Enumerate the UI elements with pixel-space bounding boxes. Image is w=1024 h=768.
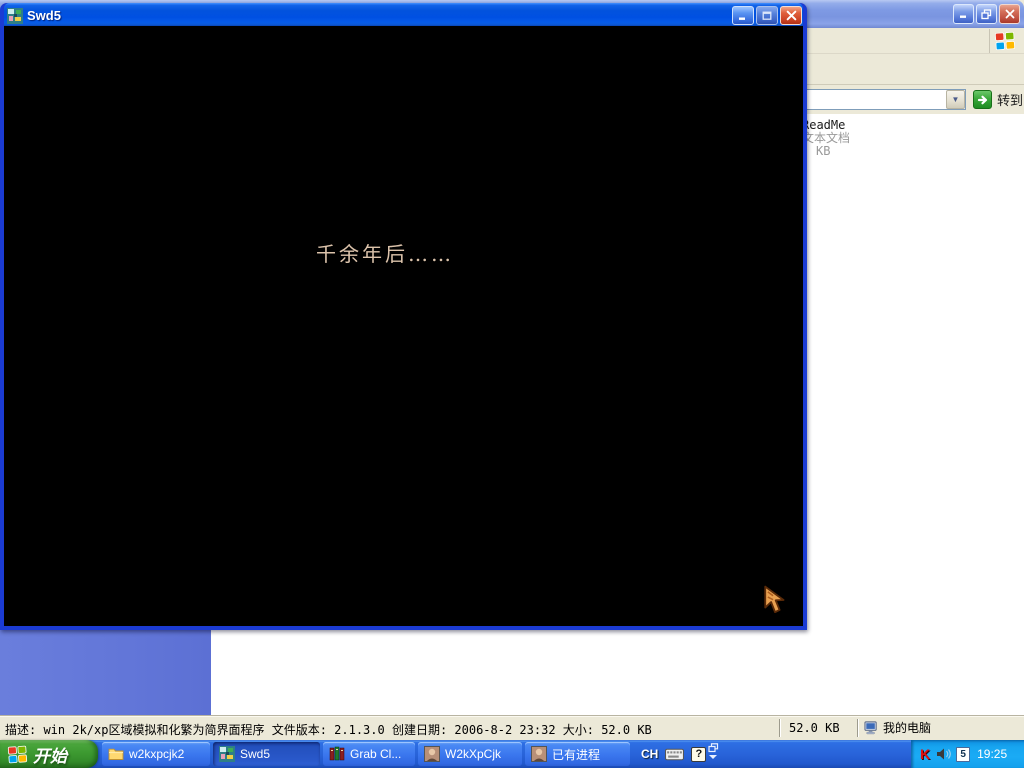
game-titlebar[interactable]: Swd5 — [4, 3, 803, 26]
go-arrow-icon — [973, 90, 992, 109]
statusbar-separator — [857, 719, 859, 737]
taskbar-item-label: W2kXpCjk — [445, 747, 501, 761]
windows-flag-icon — [7, 744, 28, 765]
desktop-screen: ▼ 转到 ReadMe 文本文档 KB 描述: win 2k/xp区域模拟和化繁… — [0, 0, 1024, 768]
game-cursor-icon — [761, 584, 793, 618]
taskbar-buttons: w2kxpcjk2 Swd5 — [102, 742, 630, 766]
file-size: KB — [802, 145, 1002, 158]
address-dropdown-button[interactable]: ▼ — [946, 90, 965, 109]
statusbar-description: 描述: win 2k/xp区域模拟和化繁为简界面程序 文件版本: 2.1.3.0… — [5, 721, 652, 738]
calendar-day: 5 — [960, 749, 966, 760]
file-type: 文本文档 — [802, 132, 1002, 145]
system-tray: K 5 19:25 — [911, 740, 1024, 768]
portrait-icon — [531, 746, 547, 762]
taskbar-item-label: Grab Cl... — [350, 747, 401, 761]
chevron-down-icon: ▼ — [952, 95, 960, 104]
game-maximize-button[interactable] — [756, 6, 778, 25]
minimize-icon — [959, 9, 969, 19]
close-icon — [786, 10, 797, 21]
close-icon — [1005, 9, 1015, 19]
my-computer-icon — [864, 720, 879, 735]
game-content-area[interactable]: 千余年后…… — [4, 26, 803, 626]
language-bar: CH ? — [641, 740, 706, 768]
language-indicator[interactable]: CH — [641, 747, 658, 761]
go-button-label: 转到 — [997, 90, 1023, 109]
game-window: Swd5 千余年后…… — [0, 3, 807, 630]
statusbar-location: 我的电脑 — [864, 719, 931, 736]
taskbar-item-label: w2kxpcjk2 — [129, 747, 184, 761]
start-button[interactable]: 开始 — [0, 740, 98, 768]
maximize-icon — [762, 11, 772, 21]
swd5-game-icon — [219, 746, 235, 762]
help-icon[interactable]: ? — [691, 747, 706, 762]
taskbar-item-w2kxpcjk2[interactable]: w2kxpcjk2 — [102, 742, 210, 766]
taskbar-item-w2kxpcjk[interactable]: W2kXpCjk — [418, 742, 522, 766]
game-app-icon — [7, 8, 23, 24]
tray-clock: 19:25 — [977, 747, 1007, 761]
start-button-label: 开始 — [33, 742, 67, 767]
minimize-icon — [738, 11, 748, 21]
books-icon — [329, 746, 345, 762]
game-close-button[interactable] — [780, 6, 802, 25]
taskbar-item-label: Swd5 — [240, 747, 270, 761]
taskbar: 开始 w2kxpcjk2 Swd5 — [0, 740, 1024, 768]
taskbar-item-swd5[interactable]: Swd5 — [213, 742, 320, 766]
game-minimize-button[interactable] — [732, 6, 754, 25]
antivirus-tray-icon[interactable]: K — [920, 746, 930, 762]
volume-icon[interactable] — [935, 746, 951, 762]
taskbar-item-grab[interactable]: Grab Cl... — [323, 742, 415, 766]
windows-logo-icon — [989, 29, 1019, 53]
game-window-title: Swd5 — [27, 8, 732, 23]
explorer-restore-button[interactable] — [976, 4, 997, 24]
taskbar-item-label: 已有进程 — [552, 746, 600, 763]
go-button[interactable]: 转到 — [973, 89, 1023, 110]
folder-icon — [108, 746, 124, 762]
taskbar-item-processes[interactable]: 已有进程 — [525, 742, 630, 766]
help-glyph: ? — [695, 748, 702, 760]
game-story-text: 千余年后…… — [316, 238, 454, 267]
statusbar-location-label: 我的电脑 — [883, 719, 931, 736]
calendar-tray-icon[interactable]: 5 — [956, 747, 970, 762]
statusbar-separator — [779, 719, 781, 737]
chevron-down-icon[interactable] — [709, 755, 717, 759]
file-list-item[interactable]: ReadMe 文本文档 KB — [802, 119, 1002, 158]
explorer-minimize-button[interactable] — [953, 4, 974, 24]
restore-toolbar-icon[interactable] — [708, 743, 719, 753]
restore-icon — [981, 9, 992, 20]
explorer-close-button[interactable] — [999, 4, 1020, 24]
language-bar-controls — [706, 743, 720, 759]
explorer-statusbar: 描述: win 2k/xp区域模拟和化繁为简界面程序 文件版本: 2.1.3.0… — [0, 715, 1024, 740]
portrait-icon — [424, 746, 440, 762]
statusbar-file-size: 52.0 KB — [789, 721, 840, 735]
keyboard-icon[interactable] — [665, 748, 684, 761]
